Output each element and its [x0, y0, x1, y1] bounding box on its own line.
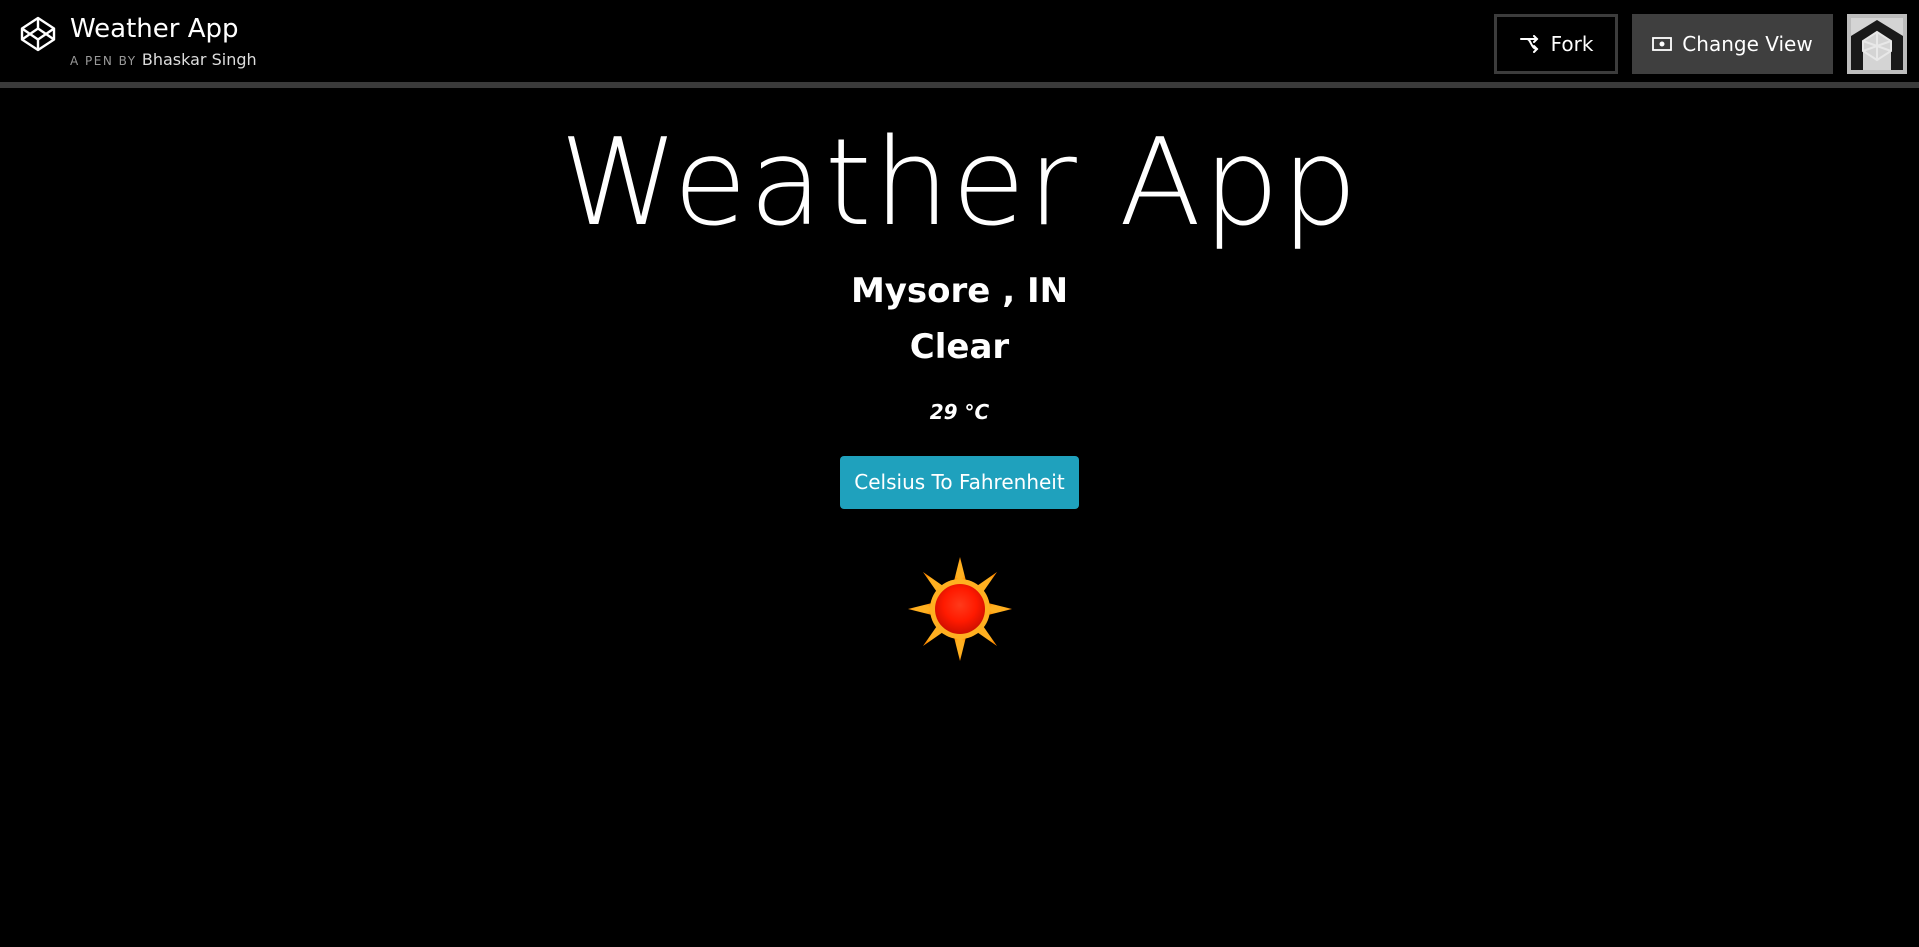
- fork-label: Fork: [1550, 32, 1594, 56]
- brand-text: Weather App A PEN BY Bhaskar Singh: [70, 14, 257, 69]
- author-name-link[interactable]: Bhaskar Singh: [142, 50, 257, 69]
- user-avatar[interactable]: [1847, 14, 1907, 74]
- app-title: Weather App: [559, 114, 1360, 253]
- view-icon: [1652, 37, 1673, 51]
- top-bar: Weather App A PEN BY Bhaskar Singh Fork: [0, 0, 1919, 88]
- change-view-label: Change View: [1682, 32, 1813, 56]
- sun-icon: [907, 557, 1012, 661]
- pen-author: A PEN BY Bhaskar Singh: [70, 50, 257, 69]
- author-prefix: A PEN BY: [70, 54, 137, 68]
- change-view-button[interactable]: Change View: [1632, 14, 1833, 74]
- brand: Weather App A PEN BY Bhaskar Singh: [18, 14, 257, 69]
- header-actions: Fork Change View: [1494, 14, 1907, 74]
- fork-button[interactable]: Fork: [1494, 14, 1618, 74]
- avatar-codepen-icon: [1851, 18, 1903, 70]
- pen-title[interactable]: Weather App: [70, 14, 257, 44]
- weather-icon-wrap: [0, 555, 1919, 663]
- celsius-to-fahrenheit-button[interactable]: Celsius To Fahrenheit: [840, 456, 1079, 509]
- weather-main: Weather App Mysore , IN Clear 29 °C Cels…: [0, 94, 1919, 663]
- temperature-value: 29 °C: [929, 400, 990, 424]
- fork-icon: [1519, 35, 1538, 53]
- weather-condition: Clear: [909, 327, 1010, 367]
- codepen-logo-icon[interactable]: [18, 14, 58, 54]
- location-text: Mysore , IN: [850, 271, 1069, 311]
